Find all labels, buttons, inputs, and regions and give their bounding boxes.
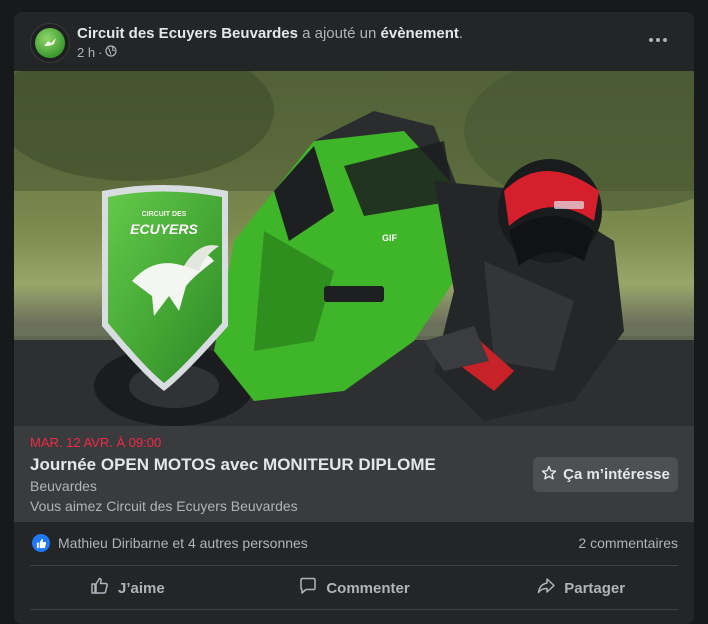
- logo-main-text: ECUYERS: [130, 221, 198, 237]
- globe-icon[interactable]: [105, 45, 118, 60]
- post-time[interactable]: 2 h: [77, 45, 95, 60]
- share-label: Partager: [564, 579, 626, 597]
- thumbs-up-icon: [90, 576, 110, 600]
- post-period: .: [458, 25, 464, 42]
- event-date: MAR. 12 AVR. À 09:00: [30, 435, 162, 450]
- interested-label: Ça m’intéresse: [563, 466, 670, 483]
- reaction-names[interactable]: Mathieu Diribarne et 4 autres personnes: [58, 535, 308, 551]
- event-title[interactable]: Journée OPEN MOTOS avec MONITEUR DIPLOME: [30, 455, 436, 475]
- reactions-bar: Mathieu Diribarne et 4 autres personnes …: [14, 522, 694, 566]
- post-meta: 2 h ·: [77, 45, 118, 60]
- bike-sticker-text: GIF: [382, 233, 398, 243]
- post-title-line: Circuit des Ecuyers Beuvardes a ajouté u…: [77, 24, 463, 43]
- post-action-text: a ajouté un: [297, 25, 381, 42]
- event-social-context: Vous aimez Circuit des Ecuyers Beuvardes: [30, 498, 298, 514]
- page-logo-icon: [35, 28, 65, 58]
- share-button[interactable]: Partager: [467, 566, 694, 610]
- post-actions: J’aime Commenter Partager: [14, 566, 694, 610]
- event-cover-image[interactable]: CIRCUIT DES ECUYERS GIF: [14, 71, 694, 426]
- comment-label: Commenter: [326, 579, 410, 597]
- comments-count[interactable]: 2 commentaires: [578, 535, 678, 551]
- meta-separator: ·: [98, 45, 103, 60]
- page-name-link[interactable]: Circuit des Ecuyers Beuvardes: [77, 25, 298, 42]
- share-icon: [536, 576, 556, 600]
- comment-button[interactable]: Commenter: [241, 566, 468, 610]
- post-card: Circuit des Ecuyers Beuvardes a ajouté u…: [14, 12, 694, 624]
- like-icon[interactable]: [32, 534, 50, 552]
- like-button[interactable]: J’aime: [14, 566, 241, 610]
- post-header: Circuit des Ecuyers Beuvardes a ajouté u…: [14, 12, 694, 72]
- event-location: Beuvardes: [30, 478, 97, 494]
- logo-top-text: CIRCUIT DES: [142, 211, 187, 218]
- interested-button[interactable]: Ça m’intéresse: [533, 457, 678, 492]
- like-label: J’aime: [117, 579, 165, 597]
- event-info-panel[interactable]: MAR. 12 AVR. À 09:00 Journée OPEN MOTOS …: [14, 426, 694, 522]
- post-object-link[interactable]: évènement: [381, 25, 459, 42]
- page-avatar[interactable]: [30, 23, 70, 63]
- comment-icon: [298, 576, 318, 600]
- more-options-icon[interactable]: [644, 30, 672, 50]
- star-icon: [541, 465, 557, 485]
- divider: [30, 609, 678, 610]
